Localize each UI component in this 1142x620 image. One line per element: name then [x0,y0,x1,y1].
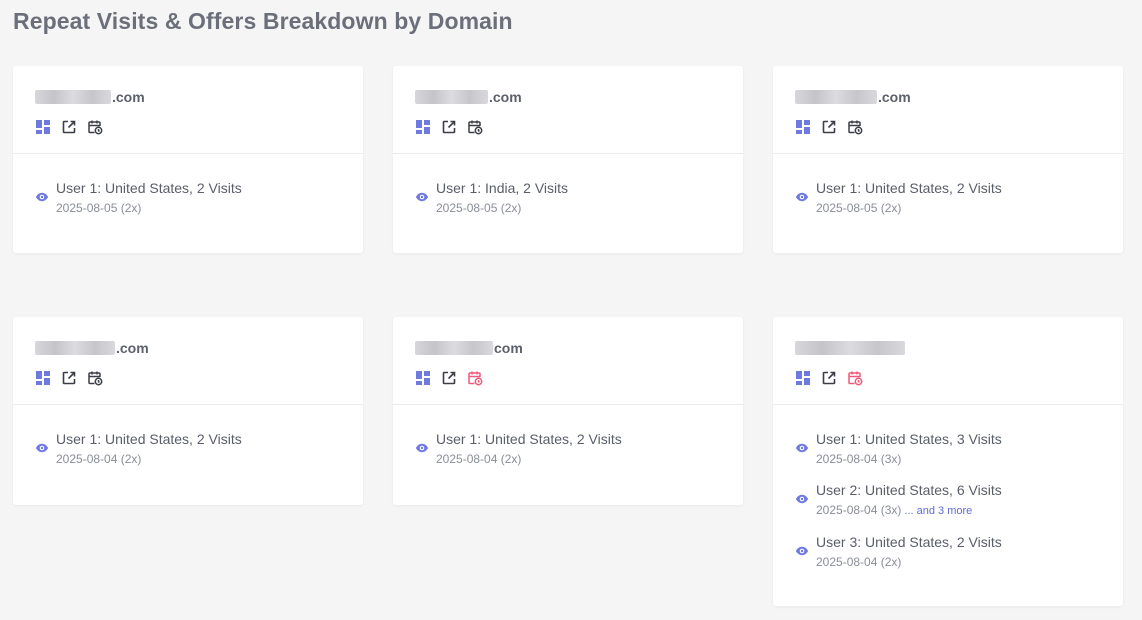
visit-title: User 1: United States, 3 Visits [816,431,1002,447]
calendar-clock-alert-icon[interactable] [847,370,863,386]
external-link-icon[interactable] [821,119,837,135]
domain-name: .com [795,88,1101,106]
dashboard-icon[interactable] [415,370,431,386]
visit-date: 2025-08-04 (2x) [56,452,142,466]
visit-date: 2025-08-05 (2x) [56,201,142,215]
visit-title: User 1: United States, 2 Visits [56,180,242,196]
domain-suffix: com [494,340,523,356]
domain-suffix: .com [878,89,911,105]
external-link-icon[interactable] [821,370,837,386]
redacted-domain [415,341,493,355]
dashboard-icon[interactable] [35,370,51,386]
list-item: User 1: United States, 2 Visits 2025-08-… [415,431,721,467]
redacted-domain [35,341,115,355]
domain-card: .com User 1: United States, 2 Visits 202… [13,317,363,505]
visit-title: User 1: United States, 2 Visits [436,431,622,447]
calendar-clock-alert-icon[interactable] [467,370,483,386]
redacted-domain [35,90,111,104]
show-more-link[interactable]: ... and 3 more [904,505,972,517]
domain-suffix: .com [112,89,145,105]
domain-card: .com User 1: United States, 2 Visits 202… [773,66,1123,253]
redacted-domain [415,90,488,104]
visit-date: 2025-08-04 (2x) [436,452,522,466]
visit-title: User 1: United States, 2 Visits [56,431,242,447]
list-item: User 2: United States, 6 Visits 2025-08-… [795,482,1101,519]
visit-title: User 1: United States, 2 Visits [816,180,1002,196]
domain-card: .com User 1: United States, 2 Visits 202… [13,66,363,253]
list-item: User 1: India, 2 Visits 2025-08-05 (2x) [415,180,721,216]
dashboard-icon[interactable] [415,119,431,135]
visit-date: 2025-08-05 (2x) [816,201,902,215]
domain-suffix: .com [489,89,522,105]
eye-icon [415,190,429,204]
eye-icon [35,190,49,204]
calendar-clock-icon[interactable] [847,119,863,135]
calendar-clock-icon[interactable] [87,370,103,386]
eye-icon [795,492,809,506]
external-link-icon[interactable] [441,119,457,135]
dashboard-icon[interactable] [795,370,811,386]
visit-title: User 1: India, 2 Visits [436,180,569,196]
page-title: Repeat Visits & Offers Breakdown by Doma… [13,8,513,34]
list-item: User 3: United States, 2 Visits 2025-08-… [795,534,1101,570]
external-link-icon[interactable] [61,119,77,135]
list-item: User 1: United States, 3 Visits 2025-08-… [795,431,1101,467]
domain-suffix: .com [116,340,149,356]
domain-card: User 1: United States, 3 Visits 2025-08-… [773,317,1123,606]
visit-date: 2025-08-04 (2x) [816,555,902,569]
external-link-icon[interactable] [61,370,77,386]
redacted-domain [795,90,877,104]
dashboard-icon[interactable] [35,119,51,135]
list-item: User 1: United States, 2 Visits 2025-08-… [35,180,341,216]
eye-icon [795,190,809,204]
eye-icon [35,441,49,455]
eye-icon [795,544,809,558]
eye-icon [415,441,429,455]
domain-name: .com [35,88,341,106]
list-item: User 1: United States, 2 Visits 2025-08-… [795,180,1101,216]
calendar-clock-icon[interactable] [467,119,483,135]
domain-card: .com User 1: India, 2 Visits 2025-08-05 … [393,66,743,253]
visit-title: User 3: United States, 2 Visits [816,534,1002,550]
domain-name: com [415,339,721,357]
calendar-clock-icon[interactable] [87,119,103,135]
dashboard-icon[interactable] [795,119,811,135]
visit-date: 2025-08-04 (3x)... and 3 more [816,502,1002,519]
list-item: User 1: United States, 2 Visits 2025-08-… [35,431,341,467]
domain-name: .com [35,339,341,357]
domain-name: .com [415,88,721,106]
redacted-domain [795,341,905,355]
domain-card: com User 1: United States, 2 Visits 2025… [393,317,743,505]
domain-name [795,339,1101,357]
visit-date: 2025-08-05 (2x) [436,201,522,215]
visit-title: User 2: United States, 6 Visits [816,482,1002,498]
visit-date-text: 2025-08-04 (3x) [816,503,902,517]
visit-date: 2025-08-04 (3x) [816,452,902,466]
external-link-icon[interactable] [441,370,457,386]
eye-icon [795,441,809,455]
